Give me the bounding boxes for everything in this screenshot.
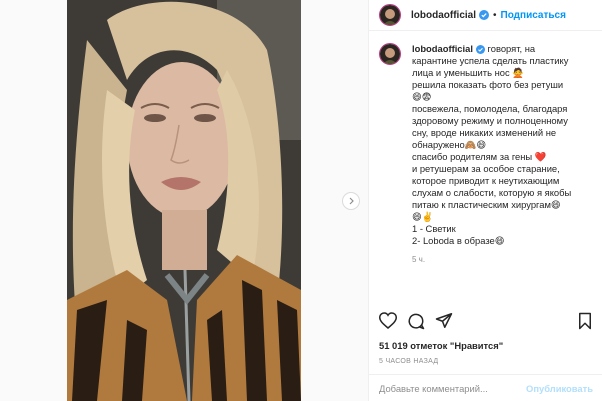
caption-line: посвежела, помолодела, благодаря bbox=[412, 103, 568, 114]
caption-line: и ретушерам за особое старание, bbox=[412, 163, 560, 174]
caption-line: 2- Loboda в образе😄 bbox=[412, 235, 505, 246]
comments-area: lobodaofficial говорят, на карантине усп… bbox=[379, 43, 601, 305]
bookmark-icon[interactable] bbox=[577, 312, 593, 335]
caption-line: карантине успела сделать пластику bbox=[412, 55, 569, 66]
comment-input[interactable] bbox=[379, 382, 521, 394]
portrait-illustration bbox=[67, 0, 301, 401]
avatar-image bbox=[380, 44, 400, 64]
caption-line: 😄😨 bbox=[412, 91, 432, 102]
follow-button[interactable]: Подписаться bbox=[501, 10, 566, 21]
post-details-panel: lobodaofficial • Подписаться lobodaoffic… bbox=[368, 0, 602, 401]
heart-icon[interactable] bbox=[378, 312, 398, 334]
verified-badge-icon bbox=[479, 10, 489, 20]
chevron-right-icon bbox=[349, 197, 354, 205]
caption-line: обнаружено🙈😄 bbox=[412, 139, 487, 150]
share-icon[interactable] bbox=[435, 312, 453, 334]
next-photo-button[interactable] bbox=[342, 192, 360, 210]
avatar-image bbox=[380, 5, 400, 25]
caption: lobodaofficial говорят, на карантине усп… bbox=[379, 43, 601, 247]
caption-line: сну, вроде никаких изменений не bbox=[412, 127, 557, 138]
caption-username[interactable]: lobodaofficial bbox=[412, 43, 473, 54]
likes-count[interactable]: 51 019 отметок "Нравится" bbox=[379, 340, 503, 351]
caption-line: 😄✌️ bbox=[412, 211, 434, 222]
posted-time[interactable]: 5 ЧАСОВ НАЗАД bbox=[379, 358, 438, 365]
post-header: lobodaofficial • Подписаться bbox=[369, 0, 602, 31]
caption-text: lobodaofficial говорят, на карантине усп… bbox=[412, 43, 587, 247]
caption-line: 1 - Светик bbox=[412, 223, 456, 234]
caption-line: которое приводит к неутихающим bbox=[412, 175, 560, 186]
post-modal: lobodaofficial • Подписаться lobodaoffic… bbox=[0, 0, 602, 401]
comment-icon[interactable] bbox=[407, 312, 425, 335]
caption-timestamp[interactable]: 5 ч. bbox=[412, 255, 601, 264]
add-comment-section: Опубликовать bbox=[369, 374, 602, 401]
action-bar bbox=[378, 312, 601, 336]
caption-line: решила показать фото без ретуши bbox=[412, 79, 564, 90]
caption-avatar[interactable] bbox=[379, 43, 401, 65]
caption-line: здоровому режиму и полноценному bbox=[412, 115, 568, 126]
caption-line: говорят, на bbox=[484, 43, 536, 54]
separator-dot: • bbox=[493, 9, 497, 21]
header-username[interactable]: lobodaofficial bbox=[411, 10, 476, 21]
avatar[interactable] bbox=[379, 4, 401, 26]
media-area bbox=[0, 0, 368, 401]
post-photo[interactable] bbox=[67, 0, 301, 401]
verified-badge-icon bbox=[475, 45, 485, 55]
caption-line: лица и уменьшить нос 🙅 bbox=[412, 67, 524, 78]
caption-line: питаю к пластическим хирургам😄 bbox=[412, 199, 561, 210]
caption-line: спасибо родителям за гены ❤️ bbox=[412, 151, 547, 162]
publish-button[interactable]: Опубликовать bbox=[526, 383, 593, 394]
caption-line: слухам о слабости, которую я якобы bbox=[412, 187, 572, 198]
